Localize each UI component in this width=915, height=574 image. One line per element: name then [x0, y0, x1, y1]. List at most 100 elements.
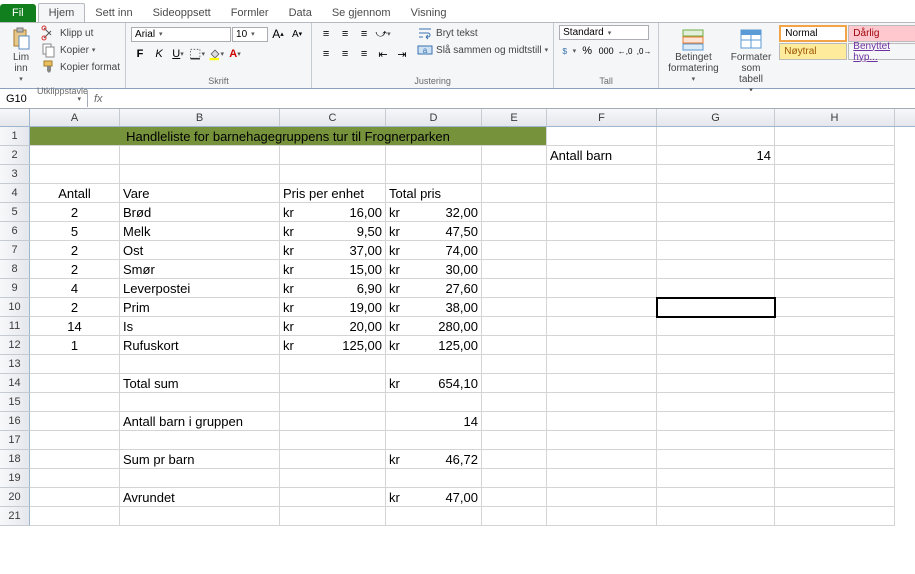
cell-F2[interactable]: Antall barn	[547, 146, 657, 165]
col-header-B[interactable]: B	[120, 109, 280, 126]
cell-E9[interactable]	[482, 279, 547, 298]
cell-F7[interactable]	[547, 241, 657, 260]
tab-settinn[interactable]: Sett inn	[85, 4, 142, 22]
cell-F8[interactable]	[547, 260, 657, 279]
cell-E15[interactable]	[482, 393, 547, 412]
cell-D20[interactable]: kr47,00	[386, 488, 482, 507]
wrap-text-button[interactable]: Bryt tekst	[417, 25, 548, 41]
row-header-9[interactable]: 9	[0, 279, 30, 298]
cell-H17[interactable]	[775, 431, 895, 450]
cell-A13[interactable]	[30, 355, 120, 374]
cell-G10[interactable]	[657, 298, 775, 317]
worksheet[interactable]: ABCDEFGH 1Handleliste for barnehagegrupp…	[0, 109, 915, 526]
cell-A6[interactable]: 5	[30, 222, 120, 241]
cell-B5[interactable]: Brød	[120, 203, 280, 222]
merge-center-button[interactable]: aSlå sammen og midtstill▾	[417, 42, 548, 58]
cell-G8[interactable]	[657, 260, 775, 279]
row-header-16[interactable]: 16	[0, 412, 30, 431]
cell-D6[interactable]: kr47,50	[386, 222, 482, 241]
cell-G17[interactable]	[657, 431, 775, 450]
cell-D18[interactable]: kr46,72	[386, 450, 482, 469]
cell-B18[interactable]: Sum pr barn	[120, 450, 280, 469]
cell-B19[interactable]	[120, 469, 280, 488]
cell-H1[interactable]	[775, 127, 895, 146]
cell-A12[interactable]: 1	[30, 336, 120, 355]
cell-A15[interactable]	[30, 393, 120, 412]
cell-B6[interactable]: Melk	[120, 222, 280, 241]
cell-C15[interactable]	[280, 393, 386, 412]
cut-button[interactable]: Klipp ut	[41, 25, 120, 41]
cell-A20[interactable]	[30, 488, 120, 507]
cell-F18[interactable]	[547, 450, 657, 469]
cell-E16[interactable]	[482, 412, 547, 431]
col-header-E[interactable]: E	[482, 109, 547, 126]
cell-D10[interactable]: kr38,00	[386, 298, 482, 317]
cell-A3[interactable]	[30, 165, 120, 184]
cell-B20[interactable]: Avrundet	[120, 488, 280, 507]
tab-segjennom[interactable]: Se gjennom	[322, 4, 401, 22]
col-header-G[interactable]: G	[657, 109, 775, 126]
cell-D14[interactable]: kr654,10	[386, 374, 482, 393]
cell-A10[interactable]: 2	[30, 298, 120, 317]
cell-H10[interactable]	[775, 298, 895, 317]
cell-B21[interactable]	[120, 507, 280, 526]
style-normal[interactable]: Normal	[779, 25, 847, 42]
shrink-font-button[interactable]: A▾	[288, 25, 306, 43]
align-left-button[interactable]: ≡	[317, 45, 335, 63]
cell-D15[interactable]	[386, 393, 482, 412]
cell-D16[interactable]: 14	[386, 412, 482, 431]
tab-data[interactable]: Data	[279, 4, 322, 22]
tab-file[interactable]: Fil	[0, 4, 36, 22]
orientation-button[interactable]: ⤻▾	[374, 25, 392, 43]
underline-button[interactable]: U▾	[169, 45, 187, 63]
row-header-20[interactable]: 20	[0, 488, 30, 507]
cell-D9[interactable]: kr27,60	[386, 279, 482, 298]
row-header-13[interactable]: 13	[0, 355, 30, 374]
cell-A1[interactable]: Handleliste for barnehagegruppens tur ti…	[30, 127, 547, 146]
cell-H8[interactable]	[775, 260, 895, 279]
format-table-button[interactable]: Formater som tabell▾	[727, 25, 776, 96]
italic-button[interactable]: K	[150, 45, 168, 63]
cell-H14[interactable]	[775, 374, 895, 393]
col-header-H[interactable]: H	[775, 109, 895, 126]
row-header-4[interactable]: 4	[0, 184, 30, 203]
cell-G5[interactable]	[657, 203, 775, 222]
row-header-2[interactable]: 2	[0, 146, 30, 165]
cell-F21[interactable]	[547, 507, 657, 526]
row-header-3[interactable]: 3	[0, 165, 30, 184]
border-button[interactable]: ▾	[188, 45, 206, 63]
format-painter-button[interactable]: Kopier format	[41, 59, 120, 75]
cell-F12[interactable]	[547, 336, 657, 355]
cell-E5[interactable]	[482, 203, 547, 222]
cell-H9[interactable]	[775, 279, 895, 298]
cell-A16[interactable]	[30, 412, 120, 431]
cell-A19[interactable]	[30, 469, 120, 488]
cell-B16[interactable]: Antall barn i gruppen	[120, 412, 280, 431]
cell-H4[interactable]	[775, 184, 895, 203]
copy-button[interactable]: Kopier▾	[41, 42, 120, 58]
row-header-7[interactable]: 7	[0, 241, 30, 260]
cell-C12[interactable]: kr125,00	[280, 336, 386, 355]
cell-D17[interactable]	[386, 431, 482, 450]
row-header-5[interactable]: 5	[0, 203, 30, 222]
cell-F1[interactable]	[547, 127, 657, 146]
cell-C13[interactable]	[280, 355, 386, 374]
row-header-12[interactable]: 12	[0, 336, 30, 355]
cell-E19[interactable]	[482, 469, 547, 488]
cell-G11[interactable]	[657, 317, 775, 336]
col-header-F[interactable]: F	[547, 109, 657, 126]
cell-H6[interactable]	[775, 222, 895, 241]
cell-F5[interactable]	[547, 203, 657, 222]
tab-visning[interactable]: Visning	[401, 4, 457, 22]
cell-C4[interactable]: Pris per enhet	[280, 184, 386, 203]
cell-C14[interactable]	[280, 374, 386, 393]
cell-C10[interactable]: kr19,00	[280, 298, 386, 317]
inc-decimal-button[interactable]: ←,0	[616, 42, 634, 60]
cell-G12[interactable]	[657, 336, 775, 355]
cell-E21[interactable]	[482, 507, 547, 526]
cell-D11[interactable]: kr280,00	[386, 317, 482, 336]
cell-F6[interactable]	[547, 222, 657, 241]
number-format-select[interactable]: Standard▾	[559, 25, 649, 40]
select-all-corner[interactable]	[0, 109, 30, 126]
cell-H18[interactable]	[775, 450, 895, 469]
